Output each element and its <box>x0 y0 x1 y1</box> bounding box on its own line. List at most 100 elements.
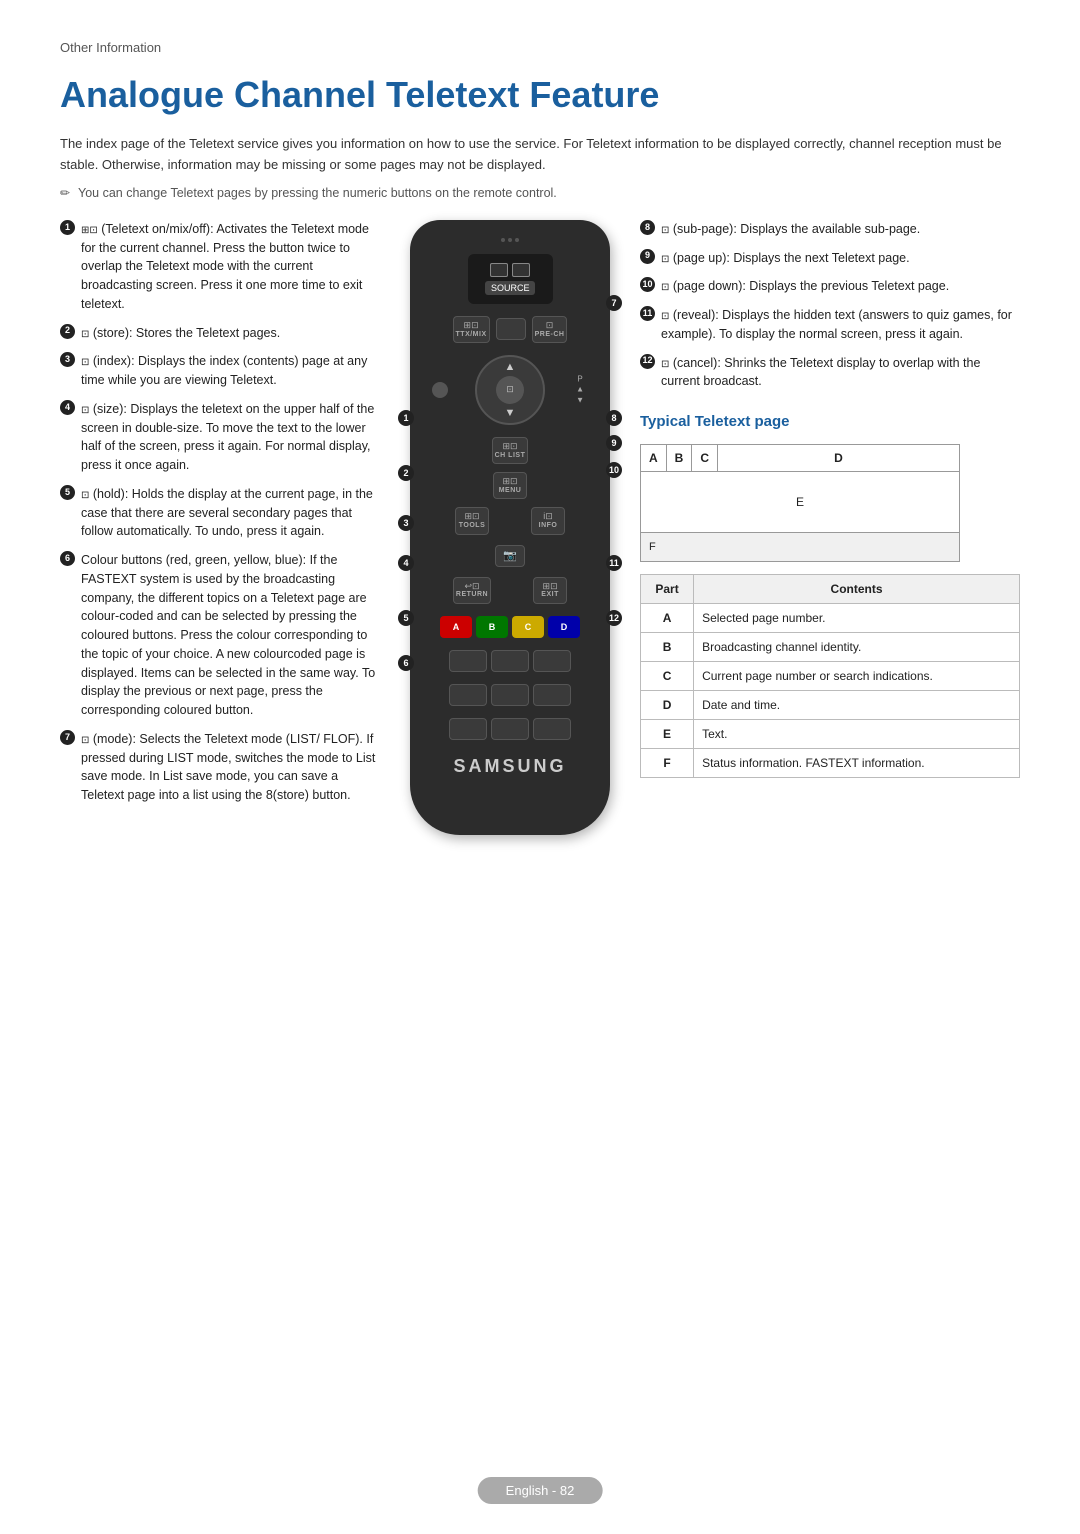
screen-icon <box>490 263 508 277</box>
menu-icon: ⊞⊡ <box>502 476 517 487</box>
table-header-row: Part Contents <box>641 575 1020 604</box>
chlist-button[interactable]: ⊞⊡ CH LIST <box>492 437 529 464</box>
remote-speaker <box>501 238 519 242</box>
table-row: C Current page number or search indicati… <box>641 662 1020 691</box>
table-cell-contents: Text. <box>694 720 1020 749</box>
list-item: 2 ⊡ (store): Stores the Teletext pages. <box>60 324 380 343</box>
numpad-btn[interactable] <box>491 650 529 672</box>
chlist-icon: ⊞⊡ <box>502 441 517 452</box>
right-column: 8 ⊡ (sub-page): Displays the available s… <box>640 220 1020 778</box>
menu-button[interactable]: ⊞⊡ MENU <box>493 472 527 499</box>
p-text: P <box>576 374 584 384</box>
item-number: 9 <box>640 249 655 264</box>
teletext-cell-a: A <box>641 445 667 471</box>
table-header-part: Part <box>641 575 694 604</box>
center-column: SOURCE ⊞⊡ TTX/MIX ⊡ PRE-CH <box>400 220 620 835</box>
table-row: E Text. <box>641 720 1020 749</box>
list-item: 11 ⊡ (reveal): Displays the hidden text … <box>640 306 1020 344</box>
item-number: 7 <box>60 730 75 745</box>
list-item: 5 ⊡ (hold): Holds the display at the cur… <box>60 485 380 541</box>
tools-button[interactable]: ⊞⊡ TOOLS <box>455 507 489 534</box>
numpad-btn[interactable] <box>533 684 571 706</box>
table-cell-contents: Date and time. <box>694 691 1020 720</box>
callout-7: 7 <box>606 295 622 311</box>
teletext-cell-c: C <box>692 445 718 471</box>
info-button[interactable]: i⊡ INFO <box>531 507 565 534</box>
left-side-dot <box>432 382 448 398</box>
color-button-d[interactable]: D <box>548 616 580 638</box>
chlist-label: CH LIST <box>495 452 526 460</box>
item-number: 10 <box>640 277 655 292</box>
chlist-row: ⊞⊡ CH LIST <box>422 437 598 464</box>
table-cell-part: A <box>641 604 694 633</box>
nav-circle[interactable]: ▲ ⊡ ▼ <box>475 355 545 425</box>
nav-ok[interactable]: ⊡ <box>496 376 524 404</box>
page-wrapper: Other Information Analogue Channel Telet… <box>0 0 1080 915</box>
numpad-btn[interactable] <box>449 650 487 672</box>
info-table: Part Contents A Selected page number. B … <box>640 574 1020 778</box>
callout-6: 6 <box>398 655 414 671</box>
teletext-cell-b: B <box>667 445 693 471</box>
breadcrumb: Other Information <box>60 40 1020 55</box>
item-number: 12 <box>640 354 655 369</box>
exit-label: EXIT <box>541 591 559 599</box>
teletext-header-row: A B C D <box>641 445 959 472</box>
table-cell-contents: Current page number or search indication… <box>694 662 1020 691</box>
item-number: 2 <box>60 324 75 339</box>
list-item: 6 Colour buttons (red, green, yellow, bl… <box>60 551 380 720</box>
table-cell-contents: Status information. FASTEXT information. <box>694 749 1020 778</box>
ch-arrows: ▲▼ <box>576 385 584 406</box>
numpad-btn[interactable] <box>491 684 529 706</box>
note-text: You can change Teletext pages by pressin… <box>60 186 1020 200</box>
numpad-btn[interactable] <box>449 684 487 706</box>
tools-icon: ⊞⊡ <box>464 511 479 522</box>
p-label: P ▲▼ <box>576 374 584 405</box>
table-cell-part: E <box>641 720 694 749</box>
callout-4: 4 <box>398 555 414 571</box>
info-label: INFO <box>539 522 558 530</box>
item-number: 1 <box>60 220 75 235</box>
teletext-body: E <box>641 472 959 532</box>
color-button-b[interactable]: B <box>476 616 508 638</box>
numpad-btn[interactable] <box>491 718 529 740</box>
item-text: ⊡ (page up): Displays the next Teletext … <box>661 249 910 268</box>
list-item: 12 ⊡ (cancel): Shrinks the Teletext disp… <box>640 354 1020 392</box>
numpad-btn[interactable] <box>533 650 571 672</box>
ch-icon: ⊡ <box>506 384 514 395</box>
exit-button[interactable]: ⊞⊡ EXIT <box>533 577 567 604</box>
return-button[interactable]: ↩⊡ RETURN <box>453 577 491 604</box>
tools-info-row: ⊞⊡ TOOLS i⊡ INFO <box>422 507 598 534</box>
prech-button[interactable]: ⊡ PRE-CH <box>532 316 568 343</box>
teletext-e-label: E <box>796 493 804 511</box>
color-button-a[interactable]: A <box>440 616 472 638</box>
callout-5: 5 <box>398 610 414 626</box>
callout-1: 1 <box>398 410 414 426</box>
item-text: ⊡ (reveal): Displays the hidden text (an… <box>661 306 1020 344</box>
prech-icon: ⊡ <box>546 320 554 331</box>
nav-down[interactable]: ▼ <box>505 407 516 419</box>
screen-icons <box>490 263 530 277</box>
exit-icon: ⊞⊡ <box>543 581 558 592</box>
item-text: Colour buttons (red, green, yellow, blue… <box>81 551 380 720</box>
return-label: RETURN <box>456 591 488 599</box>
callout-3: 3 <box>398 515 414 531</box>
numpad-btn[interactable] <box>533 718 571 740</box>
source-button[interactable]: SOURCE <box>485 281 535 295</box>
spacer <box>495 510 525 532</box>
numpad-btn[interactable] <box>449 718 487 740</box>
item-text: ⊡ (hold): Holds the display at the curre… <box>81 485 380 541</box>
nav-up[interactable]: ▲ <box>505 361 516 373</box>
ttxmix-button[interactable]: ⊞⊡ TTX/MIX <box>453 316 490 343</box>
teletext-footer: F <box>641 532 959 562</box>
photo-row: 📷 <box>422 545 598 567</box>
item-text: ⊡ (sub-page): Displays the available sub… <box>661 220 920 239</box>
left-column: 1 ⊞⊡ (Teletext on/mix/off): Activates th… <box>60 220 380 815</box>
item-text: ⊡ (size): Displays the teletext on the u… <box>81 400 380 475</box>
ttxmix-label: TTX/MIX <box>456 331 487 339</box>
item-text: ⊡ (store): Stores the Teletext pages. <box>81 324 280 343</box>
callout-12: 12 <box>606 610 622 626</box>
speaker-dot <box>515 238 519 242</box>
list-item: 3 ⊡ (index): Displays the index (content… <box>60 352 380 390</box>
photo-button[interactable]: 📷 <box>495 545 525 567</box>
color-button-c[interactable]: C <box>512 616 544 638</box>
